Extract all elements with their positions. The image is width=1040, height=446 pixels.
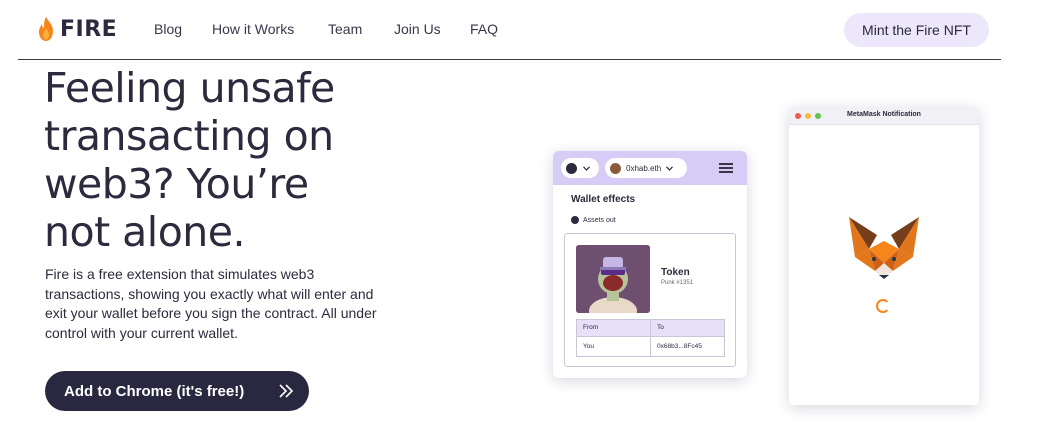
assets-out-label: Assets out	[571, 216, 616, 224]
top-nav: FIRE Blog How it Works Team Join Us FAQ …	[0, 0, 1040, 60]
avatar	[610, 162, 621, 174]
mint-nft-button[interactable]: Mint the Fire NFT	[844, 13, 989, 47]
fire-extension-popup: 0xhab.eth Wallet effects Assets out Toke…	[553, 151, 747, 378]
hero-title-line: Feeling unsafe	[44, 64, 335, 112]
hero-title-line: web3? You’re	[44, 160, 309, 208]
account-name: 0xhab.eth	[626, 163, 662, 173]
metamask-fox-icon	[849, 217, 919, 279]
table-cell-from: You	[583, 343, 594, 350]
chevron-down-icon	[666, 165, 674, 171]
nav-link-faq[interactable]: FAQ	[470, 21, 498, 37]
window-title-bar: MetaMask Notification	[789, 107, 979, 125]
nav-link-join-us[interactable]: Join Us	[394, 21, 441, 37]
flame-icon	[39, 17, 53, 41]
nav-link-team[interactable]: Team	[328, 21, 362, 37]
metamask-notification-window: MetaMask Notification	[789, 107, 979, 405]
token-id: Punk #1351	[661, 280, 694, 286]
brand-name: FIRE	[60, 16, 118, 42]
token-name: Token	[661, 267, 690, 278]
nav-link-blog[interactable]: Blog	[154, 21, 182, 37]
nav-link-how-it-works[interactable]: How it Works	[212, 21, 294, 37]
add-to-chrome-label: Add to Chrome (it's free!)	[64, 382, 245, 400]
network-icon	[566, 162, 577, 174]
window-title: MetaMask Notification	[847, 111, 921, 118]
hero-title: Feeling unsafe transacting on web3? You’…	[44, 64, 464, 256]
arrow-out-icon	[571, 216, 579, 224]
loading-spinner-icon	[876, 299, 890, 313]
transfer-table: From To You 0x68b3...8Fc45	[576, 319, 725, 357]
wallet-effects-title: Wallet effects	[571, 194, 636, 205]
account-selector[interactable]: 0xhab.eth	[605, 158, 687, 178]
chevron-double-right-icon	[279, 384, 294, 398]
table-cell-to: 0x68b3...8Fc45	[657, 343, 702, 350]
table-header-to: To	[657, 324, 664, 331]
assets-out-text: Assets out	[583, 216, 616, 224]
menu-icon[interactable]	[719, 163, 733, 173]
network-selector[interactable]	[561, 158, 599, 178]
nft-image	[576, 245, 650, 313]
extension-header: 0xhab.eth	[553, 151, 747, 185]
table-header-from: From	[583, 324, 599, 331]
brand-logo[interactable]: FIRE	[36, 16, 117, 42]
token-card: Token Punk #1351 From To You 0x68b3...8F…	[564, 233, 736, 367]
chevron-down-icon	[583, 165, 590, 171]
nav-divider	[18, 59, 1001, 60]
hero-title-line: not alone.	[44, 208, 246, 256]
hero-title-line: transacting on	[44, 112, 334, 160]
hero-description: Fire is a free extension that simulates …	[45, 266, 377, 341]
transfer-table-divider	[650, 320, 651, 356]
add-to-chrome-button[interactable]: Add to Chrome (it's free!)	[45, 371, 309, 411]
